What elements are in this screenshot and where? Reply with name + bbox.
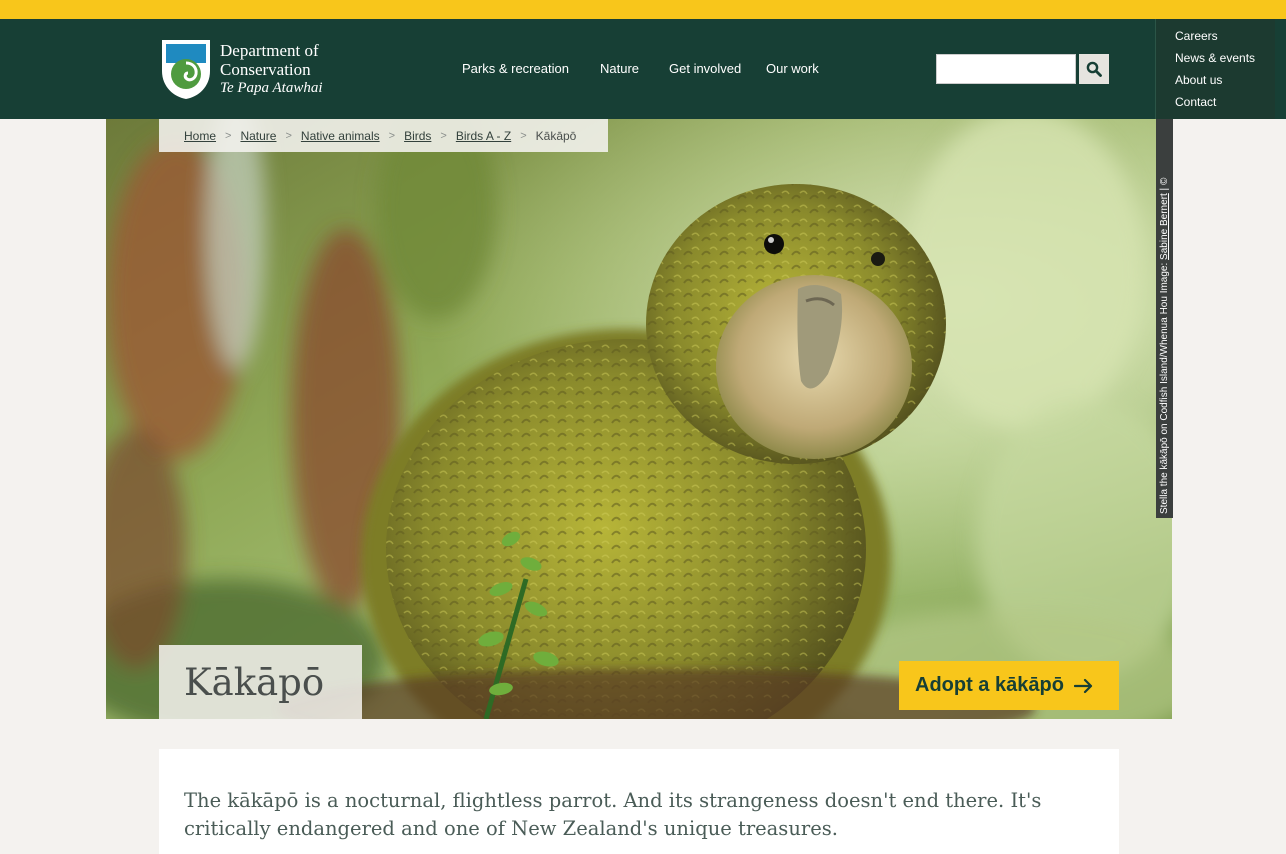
breadcrumb-current: Kākāpō <box>535 128 577 143</box>
adopt-button-label: Adopt a kākāpō <box>915 674 1064 696</box>
search-input[interactable] <box>936 54 1076 84</box>
search-icon <box>1086 61 1102 77</box>
arrow-right-icon <box>1073 678 1093 693</box>
intro-card: The kākāpō is a nocturnal, flightless pa… <box>159 749 1119 854</box>
intro-text: The kākāpō is a nocturnal, flightless pa… <box>184 789 1042 840</box>
util-nav-about-us[interactable]: About us <box>1175 73 1222 87</box>
hero-image <box>106 119 1172 719</box>
site-logo-link[interactable]: Department of Conservation Te Papa Atawh… <box>159 37 339 101</box>
logo-text: Department of Conservation Te Papa Atawh… <box>220 41 323 98</box>
logo-line-maori-name: Te Papa Atawhai <box>220 79 323 96</box>
breadcrumb-separator: > <box>225 129 232 142</box>
breadcrumb-separator: > <box>520 129 527 142</box>
nav-item-our-work[interactable]: Our work <box>766 61 819 76</box>
top-accent-strip <box>0 0 1286 19</box>
kakapo-photo <box>106 119 1172 719</box>
breadcrumb-nature[interactable]: Nature <box>240 129 276 143</box>
search-button[interactable] <box>1079 54 1109 84</box>
breadcrumb-separator: > <box>440 129 447 142</box>
breadcrumb-birds-a-z[interactable]: Birds A - Z <box>456 129 511 143</box>
photo-image-label: Image: <box>1159 262 1170 294</box>
logo-line-conservation: Conservation <box>220 59 311 79</box>
breadcrumb-home[interactable]: Home <box>184 129 216 143</box>
logo-line-department: Department of <box>220 40 319 60</box>
copyright-icon: © <box>1159 177 1170 186</box>
breadcrumb-separator: > <box>285 129 292 142</box>
breadcrumb-native-animals[interactable]: Native animals <box>301 129 380 143</box>
page-title-box: Kākāpō <box>159 645 362 719</box>
breadcrumb-separator: > <box>388 129 396 142</box>
nav-item-parks-recreation[interactable]: Parks & recreation <box>462 61 569 76</box>
photo-caption: Stella the kākāpō on Codfish Island/When… <box>1159 296 1170 514</box>
breadcrumb-birds[interactable]: Birds <box>404 129 431 143</box>
nav-item-get-involved[interactable]: Get involved <box>669 61 741 76</box>
photo-credit: Stella the kākāpō on Codfish Island/When… <box>1156 119 1173 518</box>
site-header: Department of Conservation Te Papa Atawh… <box>0 19 1286 119</box>
adopt-kakapo-button[interactable]: Adopt a kākāpō <box>899 661 1119 710</box>
photographer-link[interactable]: Sabine Bernert <box>1159 193 1170 260</box>
util-nav-careers[interactable]: Careers <box>1175 29 1218 43</box>
breadcrumb: Home > Nature > Native animals > Birds >… <box>159 119 608 152</box>
photo-credit-separator: | <box>1159 187 1170 191</box>
util-nav-contact[interactable]: Contact <box>1175 95 1216 109</box>
photo-credit-text: Stella the kākāpō on Codfish Island/When… <box>1156 119 1173 518</box>
page-title: Kākāpō <box>184 660 325 704</box>
nav-item-nature[interactable]: Nature <box>600 61 639 76</box>
util-nav-news-events[interactable]: News & events <box>1175 51 1255 65</box>
utility-navigation: Careers News & events About us Contact <box>1155 19 1275 119</box>
doc-shield-logo-icon <box>162 40 210 99</box>
